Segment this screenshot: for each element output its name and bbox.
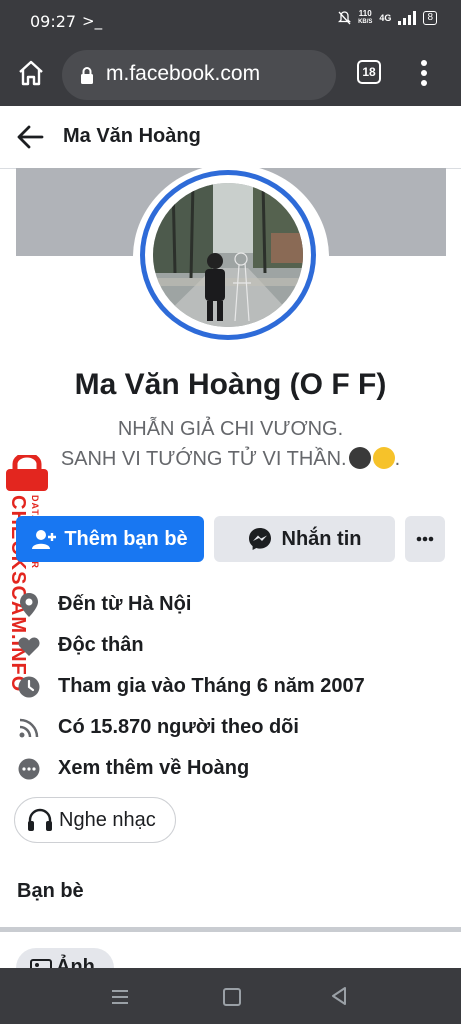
net-speed-unit: KB/S (358, 19, 373, 25)
info-text: Độc thân (58, 634, 144, 656)
heart-icon (16, 633, 42, 659)
address-bar[interactable]: m.facebook.com (62, 50, 336, 100)
tab-switcher-button[interactable]: 18 (357, 60, 381, 84)
info-text: Tham gia vào Tháng 6 năm 2007 (58, 675, 365, 697)
signal-icon (398, 11, 417, 25)
info-text: Đến từ Hà Nội (58, 593, 192, 615)
avatar[interactable] (140, 170, 316, 340)
section-divider (0, 927, 461, 932)
profile-bio: NHẪN GIẢ CHI VƯƠNG. SANH VI TƯỚNG TỬ VI … (0, 414, 461, 474)
status-bar: 09:27 >_ 110 KB/S 4G 8 (0, 0, 461, 44)
message-button[interactable]: Nhắn tin (214, 516, 395, 562)
status-indicators: 110 KB/S 4G 8 (338, 10, 437, 26)
avatar-photo (153, 183, 303, 327)
back-nav-icon[interactable] (331, 987, 347, 1005)
bio-line-2: SANH VI TƯỚNG TỬ VI THẦN.. (60, 447, 401, 470)
dark-emoji-icon (348, 447, 371, 469)
profile-info-list: Đến từ Hà Nội Độc thân Tham gia vào Thán… (16, 584, 446, 789)
terminal-icon: >_ (82, 12, 103, 30)
bio-line-1: NHẪN GIẢ CHI VƯƠNG. (117, 418, 344, 440)
watermark-lock-icon (6, 455, 48, 491)
page-title: Ma Văn Hoàng (63, 125, 201, 147)
more-dots-icon (416, 536, 434, 542)
home-nav-icon[interactable] (223, 988, 241, 1006)
message-label: Nhắn tin (281, 527, 362, 550)
battery-indicator: 8 (423, 11, 437, 25)
music-chip[interactable]: Nghe nhạc (14, 797, 176, 843)
info-text: Có 15.870 người theo dõi (58, 716, 299, 738)
music-chip-label: Nghe nhạc (59, 808, 156, 831)
net-speed-value: 110 (358, 9, 372, 18)
smirk-emoji-icon (372, 447, 395, 469)
info-item-hometown: Đến từ Hà Nội (16, 584, 446, 625)
info-text: Xem thêm về Hoàng (58, 757, 250, 779)
recents-icon[interactable] (111, 989, 129, 1005)
status-time: 09:27 (30, 12, 77, 31)
location-pin-icon (16, 592, 42, 618)
more-options-button[interactable] (405, 516, 445, 562)
profile-name: Ma Văn Hoàng (O F F) (74, 368, 387, 401)
profile-photo-image (153, 183, 303, 327)
mute-icon (338, 11, 352, 25)
add-friend-label: Thêm bạn bè (64, 527, 188, 550)
clock-icon (16, 674, 42, 700)
add-friend-icon (32, 530, 57, 549)
overflow-menu-icon[interactable] (416, 58, 432, 88)
lock-icon (81, 67, 93, 84)
url-text: m.facebook.com (106, 62, 261, 85)
bio-line-2-text: SANH VI TƯỚNG TỬ VI THẦN. (60, 448, 347, 470)
system-nav-bar (0, 968, 461, 1024)
info-item-relationship: Độc thân (16, 625, 446, 666)
friends-section-title: Bạn bè (17, 880, 84, 902)
net-speed: 110 KB/S (358, 10, 372, 26)
page-header: Ma Văn Hoàng (0, 106, 461, 169)
headphones-icon (28, 808, 52, 831)
messenger-icon (248, 528, 271, 550)
more-circle-icon (16, 756, 42, 782)
info-item-see-more[interactable]: Xem thêm về Hoàng (16, 748, 446, 789)
add-friend-button[interactable]: Thêm bạn bè (16, 516, 204, 562)
info-item-followers: Có 15.870 người theo dõi (16, 707, 446, 748)
home-icon[interactable] (16, 58, 46, 88)
browser-toolbar: m.facebook.com 18 (0, 44, 461, 106)
network-type: 4G (379, 13, 392, 23)
info-item-joined: Tham gia vào Tháng 6 năm 2007 (16, 666, 446, 707)
back-arrow-icon[interactable] (16, 124, 44, 150)
rss-icon (16, 715, 42, 741)
